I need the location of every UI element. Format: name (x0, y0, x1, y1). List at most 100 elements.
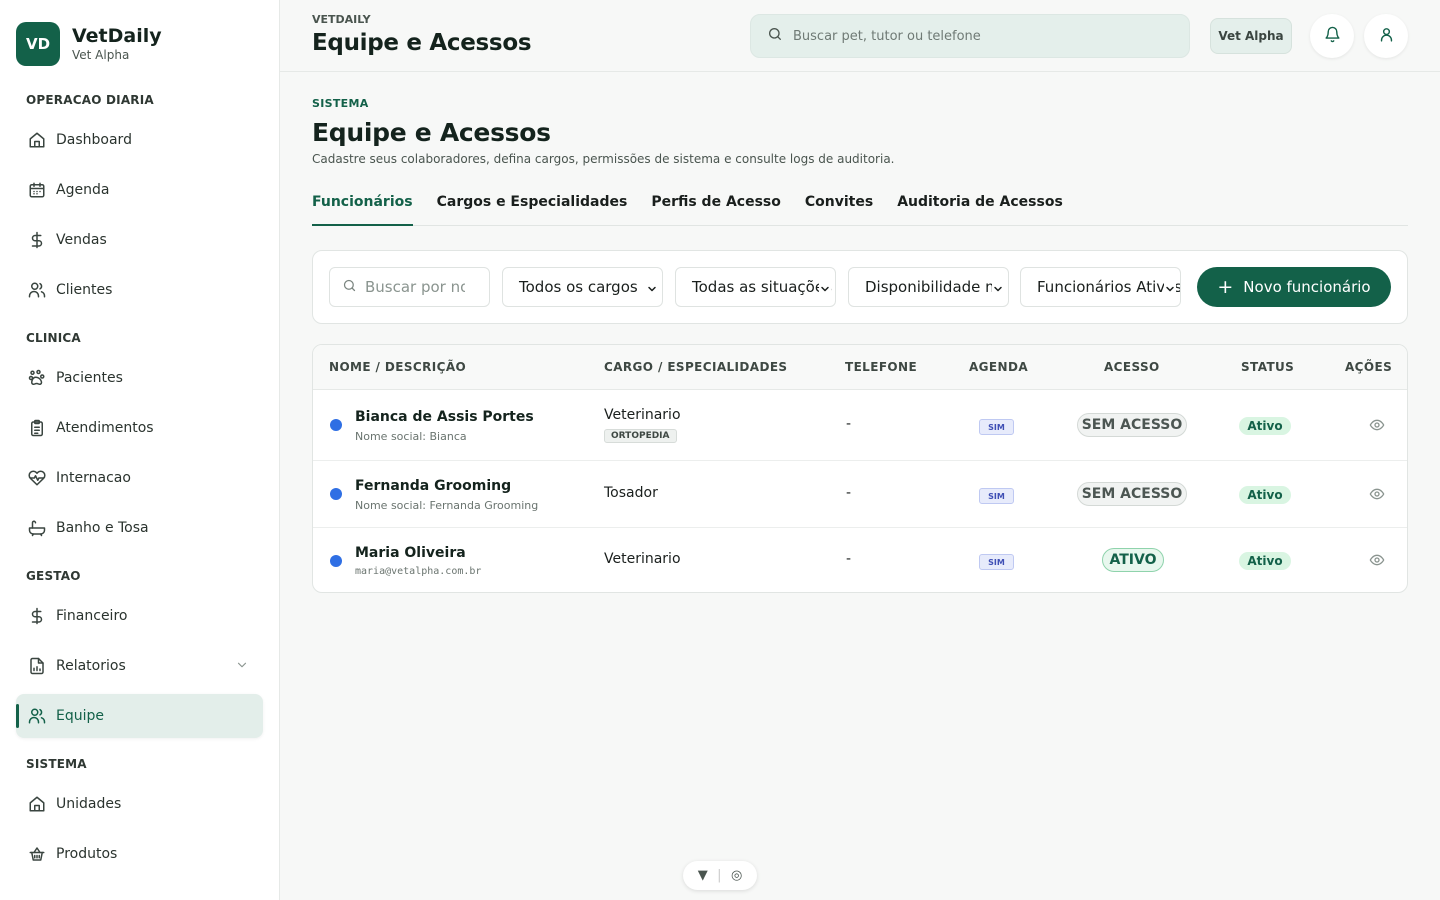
sidebar-item-produtos[interactable]: Produtos (16, 832, 263, 876)
dollar-icon (28, 607, 46, 625)
tab-cargos[interactable]: Cargos e Especialidades (437, 190, 628, 226)
divider: | (717, 868, 722, 883)
specialty-badge: ORTOPEDIA (604, 429, 677, 443)
employees-filter-value: Funcionários Ativos (1037, 278, 1181, 296)
status-badge: Ativo (1239, 552, 1291, 570)
dollar-icon (28, 231, 46, 249)
page-title: Equipe e Acessos (312, 118, 551, 147)
availability-filter-select[interactable]: Disponibilidade m (848, 267, 1009, 307)
status-dot (330, 419, 342, 431)
sidebar-item-financeiro[interactable]: Financeiro (16, 594, 263, 638)
dev-toolbar[interactable]: ▼ | ◎ (683, 861, 757, 890)
plus-icon: + (1217, 275, 1234, 298)
sidebar-item-label: Vendas (56, 232, 107, 248)
status-dot (330, 555, 342, 567)
employee-name: Maria Oliveira (355, 545, 466, 561)
column-header-name[interactable]: NOME / DESCRIÇÃO (329, 360, 466, 374)
unit-selector-button[interactable]: Vet Alpha (1210, 18, 1292, 54)
status-badge: Ativo (1239, 417, 1291, 435)
sidebar-item-label: Produtos (56, 846, 118, 862)
table-row[interactable]: Bianca de Assis Portes Nome social: Bian… (313, 390, 1407, 461)
vue-logo-icon[interactable]: ▼ (698, 868, 708, 883)
column-header-phone[interactable]: TELEFONE (845, 360, 917, 374)
situation-filter-select[interactable]: Todas as situações (675, 267, 836, 307)
home-icon (28, 795, 46, 813)
view-eye-icon[interactable] (1369, 486, 1385, 502)
new-employee-button[interactable]: + Novo funcionário (1197, 267, 1391, 307)
column-header-agenda[interactable]: AGENDA (969, 360, 1028, 374)
new-employee-label: Novo funcionário (1243, 278, 1371, 296)
sidebar-item-label: Atendimentos (56, 420, 154, 436)
sidebar-item-label: Agenda (56, 182, 110, 198)
access-badge: ATIVO (1102, 548, 1164, 572)
nav-section-clinica: CLINICA (26, 331, 81, 345)
column-header-role[interactable]: CARGO / ESPECIALIDADES (604, 360, 787, 374)
access-badge: SEM ACESSO (1077, 413, 1187, 437)
tab-auditoria[interactable]: Auditoria de Acessos (897, 190, 1063, 226)
sidebar-item-label: Relatorios (56, 658, 126, 674)
bath-icon (28, 519, 46, 537)
notifications-button[interactable] (1310, 14, 1354, 58)
employees-filter-select[interactable]: Funcionários Ativos (1020, 267, 1181, 307)
view-eye-icon[interactable] (1369, 417, 1385, 433)
role-filter-select[interactable]: Todos os cargos (502, 267, 663, 307)
sidebar-item-label: Clientes (56, 282, 113, 298)
table-header: NOME / DESCRIÇÃO CARGO / ESPECIALIDADES … (313, 345, 1407, 390)
profile-button[interactable] (1364, 14, 1408, 58)
search-icon (767, 26, 793, 46)
sidebar-item-agenda[interactable]: Agenda (16, 168, 263, 212)
calendar-icon (28, 181, 46, 199)
agenda-badge: SIM (979, 554, 1014, 570)
column-header-status[interactable]: STATUS (1241, 360, 1294, 374)
sidebar-item-vendas[interactable]: Vendas (16, 218, 263, 262)
access-badge: SEM ACESSO (1077, 482, 1187, 506)
tab-funcionarios[interactable]: Funcionários (312, 190, 413, 226)
brand[interactable]: VD VetDaily Vet Alpha (16, 22, 162, 66)
view-eye-icon[interactable] (1369, 552, 1385, 568)
user-icon (1378, 26, 1395, 47)
employee-social-name: Nome social: Fernanda Grooming (355, 499, 539, 512)
agenda-badge: SIM (979, 488, 1014, 504)
sidebar-item-dashboard[interactable]: Dashboard (16, 118, 263, 162)
top-header: VETDAILY Equipe e Acessos Vet Alpha (280, 0, 1440, 72)
chevron-down-icon[interactable] (235, 658, 249, 672)
table-row[interactable]: Maria Oliveira maria@vetalpha.com.br Vet… (313, 528, 1407, 592)
global-search-input[interactable] (793, 28, 1153, 44)
tab-perfis[interactable]: Perfis de Acesso (651, 190, 781, 226)
nav-section-operacao: OPERACAO DIARIA (26, 93, 154, 107)
sidebar-item-label: Dashboard (56, 132, 132, 148)
sidebar-item-internacao[interactable]: Internacao (16, 456, 263, 500)
sidebar-item-equipe[interactable]: Equipe (16, 694, 263, 738)
sidebar-item-clientes[interactable]: Clientes (16, 268, 263, 312)
employee-search-input[interactable] (365, 278, 465, 296)
basket-icon (28, 845, 46, 863)
users-icon (28, 707, 46, 725)
target-icon[interactable]: ◎ (731, 868, 742, 883)
brand-name: VetDaily (72, 25, 162, 47)
filter-bar: Todos os cargos Todas as situações Dispo… (312, 250, 1408, 324)
employees-table: NOME / DESCRIÇÃO CARGO / ESPECIALIDADES … (312, 344, 1408, 593)
sidebar-item-relatorios[interactable]: Relatorios (16, 644, 263, 688)
home-icon (28, 131, 46, 149)
header-kicker: VETDAILY (312, 13, 371, 26)
status-badge: Ativo (1239, 486, 1291, 504)
sidebar-item-banho-tosa[interactable]: Banho e Tosa (16, 506, 263, 550)
tab-convites[interactable]: Convites (805, 190, 873, 226)
employee-phone: - (846, 416, 852, 432)
agenda-badge: SIM (979, 419, 1014, 435)
global-search[interactable] (750, 14, 1190, 58)
sidebar-item-unidades[interactable]: Unidades (16, 782, 263, 826)
sidebar-item-pacientes[interactable]: Pacientes (16, 356, 263, 400)
status-dot (330, 488, 342, 500)
column-header-access[interactable]: ACESSO (1104, 360, 1160, 374)
employee-search[interactable] (329, 267, 490, 307)
users-icon (28, 281, 46, 299)
employee-email: maria@vetalpha.com.br (355, 566, 482, 577)
sidebar: VD VetDaily Vet Alpha OPERACAO DIARIA Da… (0, 0, 280, 900)
situation-filter-value: Todas as situações (692, 278, 832, 296)
table-row[interactable]: Fernanda Grooming Nome social: Fernanda … (313, 461, 1407, 528)
sidebar-item-atendimentos[interactable]: Atendimentos (16, 406, 263, 450)
role-filter-value: Todos os cargos (519, 278, 638, 296)
chevron-down-icon (992, 281, 1004, 293)
brand-logo: VD (16, 22, 60, 66)
